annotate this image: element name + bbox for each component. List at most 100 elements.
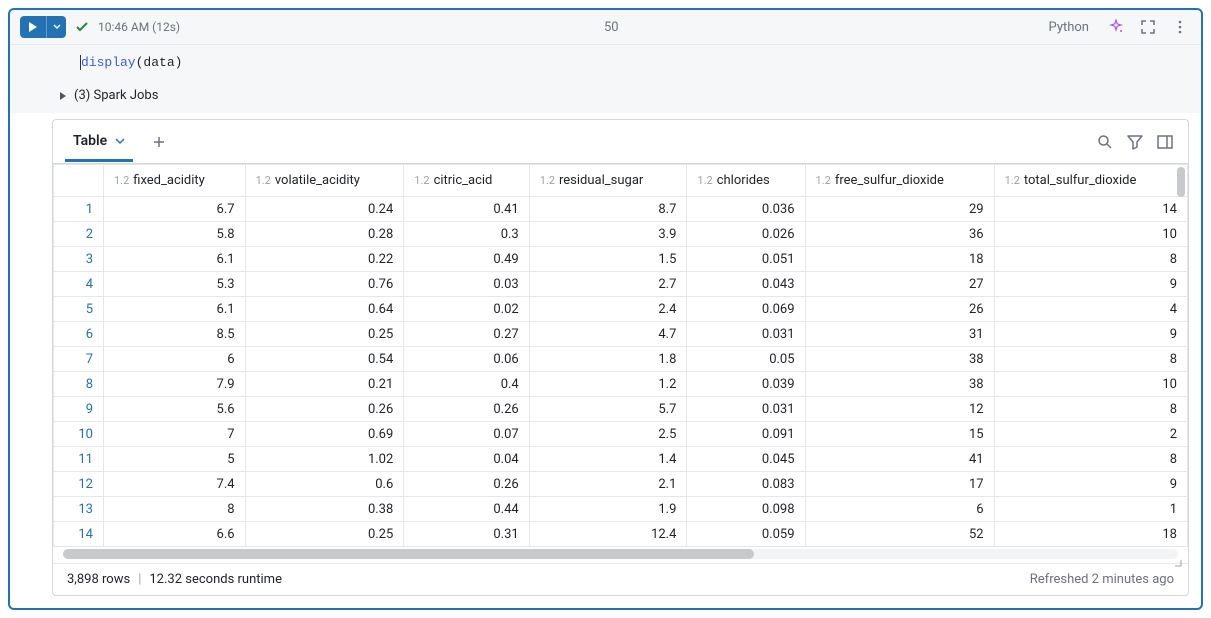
data-cell: 0.76 <box>245 272 404 297</box>
data-cell: 8 <box>104 497 246 522</box>
table-row[interactable]: 146.60.250.3112.40.0595218 <box>54 522 1188 547</box>
data-cell: 7.9 <box>104 372 246 397</box>
data-cell: 5.6 <box>104 397 246 422</box>
data-cell: 0.69 <box>245 422 404 447</box>
column-header[interactable]: 1.2chlorides <box>687 165 805 197</box>
data-cell: 38 <box>805 347 994 372</box>
spark-jobs-row[interactable]: (3) Spark Jobs <box>10 80 1201 113</box>
column-type-badge: 1.2 <box>816 174 831 187</box>
column-type-badge: 1.2 <box>256 174 271 187</box>
table-row[interactable]: 127.40.60.262.10.083179 <box>54 472 1188 497</box>
data-cell: 2.5 <box>529 422 687 447</box>
data-cell: 0.64 <box>245 297 404 322</box>
table-row[interactable]: 56.10.640.022.40.069264 <box>54 297 1188 322</box>
scrollbar-thumb[interactable] <box>63 549 754 559</box>
data-cell: 0.091 <box>687 422 805 447</box>
filter-icon[interactable] <box>1124 131 1146 153</box>
data-cell: 9 <box>994 472 1187 497</box>
table-row[interactable]: 1380.380.441.90.09861 <box>54 497 1188 522</box>
data-cell: 8.5 <box>104 322 246 347</box>
row-number-cell: 11 <box>54 447 104 472</box>
table-row[interactable]: 1151.020.041.40.045418 <box>54 447 1188 472</box>
run-button[interactable] <box>20 16 46 38</box>
data-cell: 1.02 <box>245 447 404 472</box>
column-header[interactable]: 1.2 total_sulfur_dioxide <box>994 165 1187 197</box>
data-cell: 41 <box>805 447 994 472</box>
panel-layout-icon[interactable] <box>1154 131 1176 153</box>
data-cell: 1.5 <box>529 247 687 272</box>
table-row[interactable]: 16.70.240.418.70.0362914 <box>54 197 1188 222</box>
spark-jobs-label: (3) Spark Jobs <box>74 88 158 103</box>
data-cell: 0.24 <box>245 197 404 222</box>
more-menu-icon[interactable] <box>1169 16 1191 38</box>
data-cell: 0.3 <box>404 222 529 247</box>
data-cell: 0.21 <box>245 372 404 397</box>
vertical-scrollbar[interactable] <box>1177 167 1185 197</box>
data-cell: 9 <box>994 322 1187 347</box>
table-row[interactable]: 45.30.760.032.70.043279 <box>54 272 1188 297</box>
data-cell: 2.1 <box>529 472 687 497</box>
column-type-badge: 1.2 <box>1005 174 1020 187</box>
data-cell: 0.26 <box>245 397 404 422</box>
data-cell: 6.6 <box>104 522 246 547</box>
table-row[interactable]: 760.540.061.80.05388 <box>54 347 1188 372</box>
run-dropdown-button[interactable] <box>46 16 66 38</box>
data-cell: 9 <box>994 272 1187 297</box>
column-name: total_sulfur_dioxide <box>1024 173 1137 188</box>
caret-right-icon <box>58 91 68 101</box>
data-table: 1.2fixed_acidity1.2volatile_acidity1.2ci… <box>53 164 1188 547</box>
data-cell: 0.031 <box>687 322 805 347</box>
column-header[interactable]: 1.2free_sulfur_dioxide <box>805 165 994 197</box>
data-cell: 14 <box>994 197 1187 222</box>
row-number-cell: 5 <box>54 297 104 322</box>
resize-handle-icon[interactable] <box>1170 555 1182 567</box>
data-cell: 0.49 <box>404 247 529 272</box>
data-cell: 0.41 <box>404 197 529 222</box>
expand-icon[interactable] <box>1137 16 1159 38</box>
data-cell: 6.1 <box>104 297 246 322</box>
assistant-sparkle-icon[interactable] <box>1105 16 1127 38</box>
data-cell: 8 <box>994 397 1187 422</box>
horizontal-scrollbar[interactable] <box>63 549 1178 559</box>
data-cell: 10 <box>994 222 1187 247</box>
search-icon[interactable] <box>1094 131 1116 153</box>
column-name: residual_sugar <box>559 173 643 188</box>
data-cell: 0.036 <box>687 197 805 222</box>
data-cell: 1 <box>994 497 1187 522</box>
column-header[interactable]: 1.2fixed_acidity <box>104 165 246 197</box>
data-cell: 36 <box>805 222 994 247</box>
column-header[interactable]: 1.2residual_sugar <box>529 165 687 197</box>
tab-table[interactable]: Table <box>65 123 133 162</box>
language-label[interactable]: Python <box>1043 18 1095 37</box>
row-number-cell: 14 <box>54 522 104 547</box>
data-cell: 0.051 <box>687 247 805 272</box>
row-number-cell: 1 <box>54 197 104 222</box>
data-cell: 0.6 <box>245 472 404 497</box>
data-cell: 0.059 <box>687 522 805 547</box>
table-row[interactable]: 95.60.260.265.70.031128 <box>54 397 1188 422</box>
data-cell: 0.06 <box>404 347 529 372</box>
table-row[interactable]: 25.80.280.33.90.0263610 <box>54 222 1188 247</box>
column-header[interactable]: 1.2volatile_acidity <box>245 165 404 197</box>
code-editor[interactable]: display(data) <box>10 45 1201 80</box>
add-tab-button[interactable] <box>145 128 173 156</box>
data-cell: 6.7 <box>104 197 246 222</box>
data-cell: 18 <box>805 247 994 272</box>
code-token-fn: display <box>81 55 136 70</box>
data-cell: 1.2 <box>529 372 687 397</box>
table-row[interactable]: 87.90.210.41.20.0393810 <box>54 372 1188 397</box>
table-header-row: 1.2fixed_acidity1.2volatile_acidity1.2ci… <box>54 165 1188 197</box>
data-cell: 1.9 <box>529 497 687 522</box>
data-cell: 5 <box>104 447 246 472</box>
data-cell: 0.069 <box>687 297 805 322</box>
table-row[interactable]: 36.10.220.491.50.051188 <box>54 247 1188 272</box>
column-header[interactable]: 1.2citric_acid <box>404 165 529 197</box>
column-name: citric_acid <box>434 173 493 188</box>
row-number-cell: 9 <box>54 397 104 422</box>
table-row[interactable]: 68.50.250.274.70.031319 <box>54 322 1188 347</box>
data-cell: 0.03 <box>404 272 529 297</box>
data-cell: 0.098 <box>687 497 805 522</box>
table-row[interactable]: 1070.690.072.50.091152 <box>54 422 1188 447</box>
row-number-cell: 10 <box>54 422 104 447</box>
data-cell: 7 <box>104 422 246 447</box>
